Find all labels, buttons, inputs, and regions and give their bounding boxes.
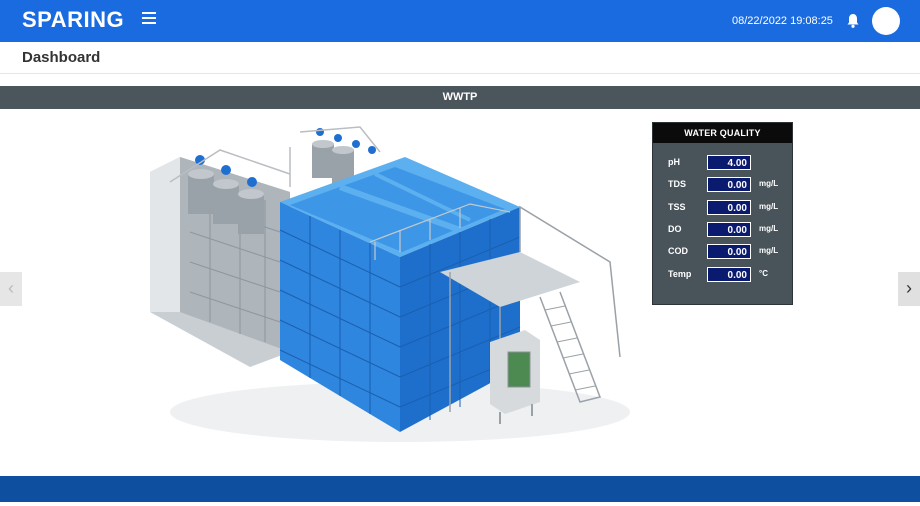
wq-row-temp: Temp 0.00 °C — [653, 266, 792, 284]
wq-row-ph: pH 4.00 — [653, 154, 792, 172]
wq-label: Temp — [668, 269, 692, 279]
page-title: Dashboard — [22, 49, 101, 66]
user-avatar[interactable] — [872, 7, 900, 35]
wq-label: COD — [668, 246, 688, 256]
carousel-next-button[interactable]: › — [898, 272, 920, 306]
water-quality-panel: WATER QUALITY pH 4.00 TDS 0.00 mg/L TSS … — [652, 122, 793, 305]
wq-value: 0.00 — [707, 200, 751, 215]
top-bar: SPARING 08/22/2022 19:08:25 — [0, 0, 920, 42]
wq-row-cod: COD 0.00 mg/L — [653, 243, 792, 261]
wq-unit: mg/L — [759, 202, 779, 211]
wq-value: 0.00 — [707, 267, 751, 282]
wq-value: 0.00 — [707, 222, 751, 237]
wq-value: 0.00 — [707, 244, 751, 259]
wq-row-tss: TSS 0.00 mg/L — [653, 199, 792, 217]
footer-bar — [0, 476, 920, 502]
title-divider — [0, 73, 920, 74]
wwtp-illustration — [150, 126, 630, 442]
wq-unit: °C — [759, 269, 768, 278]
wq-label: pH — [668, 157, 680, 167]
wq-value: 0.00 — [707, 177, 751, 192]
water-quality-title: WATER QUALITY — [653, 123, 792, 143]
hamburger-icon[interactable] — [142, 12, 156, 26]
wq-row-tds: TDS 0.00 mg/L — [653, 176, 792, 194]
wq-unit: mg/L — [759, 224, 779, 233]
section-header-wwtp: WWTP — [0, 86, 920, 109]
wq-value: 4.00 — [707, 155, 751, 170]
brand-logo[interactable]: SPARING — [22, 7, 124, 33]
wq-label: TSS — [668, 202, 686, 212]
carousel-prev-button[interactable]: ‹ — [0, 272, 22, 306]
wq-row-do: DO 0.00 mg/L — [653, 221, 792, 239]
wq-label: DO — [668, 224, 682, 234]
wq-unit: mg/L — [759, 179, 779, 188]
wq-label: TDS — [668, 179, 686, 189]
wq-unit: mg/L — [759, 246, 779, 255]
bell-icon[interactable] — [846, 13, 860, 29]
current-datetime: 08/22/2022 19:08:25 — [732, 15, 833, 27]
